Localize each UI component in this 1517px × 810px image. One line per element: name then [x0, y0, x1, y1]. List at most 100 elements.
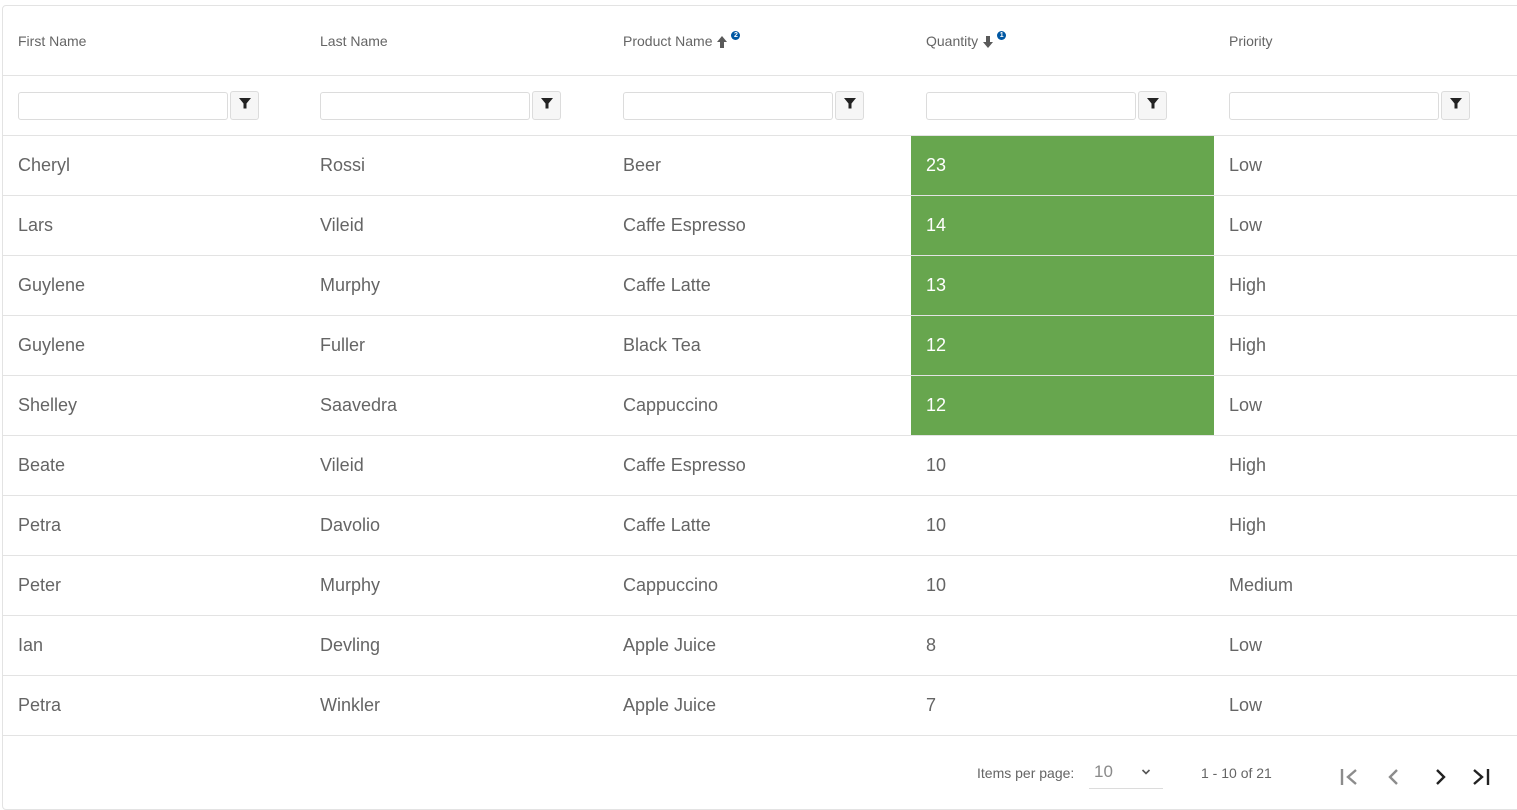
cell-last-name[interactable]: Winkler — [305, 675, 608, 736]
filter-cell-product-name — [608, 75, 911, 136]
page-range-label: 1 - 10 of 21 — [1201, 765, 1272, 781]
cell-first-name[interactable]: Beate — [3, 435, 305, 496]
cell-product-name[interactable]: Cappuccino — [608, 375, 911, 436]
table-row[interactable]: Shelley Saavedra Cappuccino 12 Low — [3, 375, 1517, 436]
cell-product-name-text: Caffe Latte — [623, 515, 711, 535]
table-row[interactable]: Guylene Murphy Caffe Latte 13 High — [3, 255, 1517, 316]
cell-quantity[interactable]: 12 — [911, 315, 1214, 376]
filter-button-product-name[interactable] — [835, 91, 864, 120]
cell-last-name-text: Fuller — [320, 335, 366, 355]
cell-product-name[interactable]: Black Tea — [608, 315, 911, 376]
items-per-page-label: Items per page: — [977, 765, 1075, 781]
cell-quantity-text: 8 — [926, 635, 937, 655]
filter-input-first-name[interactable] — [18, 91, 228, 120]
cell-first-name-text: Lars — [18, 215, 54, 235]
cell-quantity-text: 12 — [926, 335, 947, 355]
last-page-button[interactable] — [1469, 766, 1493, 790]
column-header-first-name[interactable]: First Name — [3, 6, 305, 76]
cell-quantity[interactable]: 23 — [911, 135, 1214, 196]
cell-last-name[interactable]: Rossi — [305, 135, 608, 196]
cell-last-name[interactable]: Vileid — [305, 435, 608, 496]
cell-first-name[interactable]: Shelley — [3, 375, 305, 436]
table-row[interactable]: Petra Winkler Apple Juice 7 Low — [3, 675, 1517, 736]
cell-first-name[interactable]: Cheryl — [3, 135, 305, 196]
filter-input-priority[interactable] — [1229, 91, 1439, 120]
cell-priority[interactable]: High — [1214, 315, 1517, 376]
filter-button-quantity[interactable] — [1138, 91, 1167, 120]
cell-last-name-text: Murphy — [320, 275, 381, 295]
column-header-label: Last Name — [320, 32, 388, 49]
cell-priority[interactable]: Low — [1214, 615, 1517, 676]
table-row[interactable]: Cheryl Rossi Beer 23 Low — [3, 135, 1517, 196]
cell-quantity[interactable]: 10 — [911, 555, 1214, 616]
table-row[interactable]: Beate Vileid Caffe Espresso 10 High — [3, 435, 1517, 496]
cell-product-name[interactable]: Apple Juice — [608, 675, 911, 736]
column-header-last-name[interactable]: Last Name — [305, 6, 608, 76]
cell-last-name[interactable]: Vileid — [305, 195, 608, 256]
cell-last-name[interactable]: Murphy — [305, 255, 608, 316]
filter-button-priority[interactable] — [1441, 91, 1470, 120]
cell-first-name[interactable]: Ian — [3, 615, 305, 676]
cell-first-name[interactable]: Guylene — [3, 255, 305, 316]
cell-product-name[interactable]: Apple Juice — [608, 615, 911, 676]
cell-quantity[interactable]: 13 — [911, 255, 1214, 316]
cell-last-name[interactable]: Devling — [305, 615, 608, 676]
cell-first-name[interactable]: Peter — [3, 555, 305, 616]
filter-cell-priority — [1214, 75, 1517, 136]
cell-priority[interactable]: Low — [1214, 375, 1517, 436]
cell-first-name[interactable]: Lars — [3, 195, 305, 256]
filter-input-quantity[interactable] — [926, 91, 1136, 120]
cell-product-name[interactable]: Caffe Espresso — [608, 435, 911, 496]
cell-quantity[interactable]: 10 — [911, 435, 1214, 496]
cell-first-name[interactable]: Petra — [3, 495, 305, 556]
cell-quantity[interactable]: 8 — [911, 615, 1214, 676]
filter-icon — [238, 96, 252, 115]
cell-priority[interactable]: Medium — [1214, 555, 1517, 616]
next-page-button[interactable] — [1429, 766, 1453, 790]
cell-priority-text: Low — [1229, 395, 1263, 415]
cell-priority-text: Low — [1229, 635, 1263, 655]
cell-last-name[interactable]: Saavedra — [305, 375, 608, 436]
column-header-priority[interactable]: Priority — [1214, 6, 1517, 76]
cell-last-name[interactable]: Murphy — [305, 555, 608, 616]
cell-priority[interactable]: High — [1214, 435, 1517, 496]
cell-quantity-text: 12 — [926, 395, 947, 415]
cell-quantity[interactable]: 14 — [911, 195, 1214, 256]
cell-priority-text: High — [1229, 515, 1267, 535]
cell-product-name[interactable]: Beer — [608, 135, 911, 196]
cell-last-name[interactable]: Fuller — [305, 315, 608, 376]
table-row[interactable]: Peter Murphy Cappuccino 10 Medium — [3, 555, 1517, 616]
column-header-product-name[interactable]: Product Name 2 — [608, 6, 911, 76]
filter-button-last-name[interactable] — [532, 91, 561, 120]
cell-priority[interactable]: Low — [1214, 195, 1517, 256]
cell-product-name[interactable]: Caffe Latte — [608, 255, 911, 316]
cell-priority[interactable]: Low — [1214, 675, 1517, 736]
cell-quantity[interactable]: 12 — [911, 375, 1214, 436]
cell-priority[interactable]: High — [1214, 255, 1517, 316]
cell-product-name[interactable]: Caffe Latte — [608, 495, 911, 556]
cell-priority[interactable]: Low — [1214, 135, 1517, 196]
cell-first-name-text: Beate — [18, 455, 66, 475]
filter-input-product-name[interactable] — [623, 91, 833, 120]
table-row[interactable]: Lars Vileid Caffe Espresso 14 Low — [3, 195, 1517, 256]
column-header-quantity[interactable]: Quantity 1 — [911, 6, 1214, 76]
cell-quantity[interactable]: 10 — [911, 495, 1214, 556]
table-row[interactable]: Petra Davolio Caffe Latte 10 High — [3, 495, 1517, 556]
cell-last-name[interactable]: Davolio — [305, 495, 608, 556]
filter-icon — [843, 96, 857, 115]
cell-product-name[interactable]: Cappuccino — [608, 555, 911, 616]
cell-first-name-text: Petra — [18, 515, 62, 535]
filter-button-first-name[interactable] — [230, 91, 259, 120]
cell-first-name[interactable]: Petra — [3, 675, 305, 736]
table-row[interactable]: Ian Devling Apple Juice 8 Low — [3, 615, 1517, 676]
cell-first-name[interactable]: Guylene — [3, 315, 305, 376]
items-per-page-select[interactable]: 10 — [1089, 755, 1163, 789]
first-page-button[interactable] — [1338, 766, 1362, 790]
table-row[interactable]: Guylene Fuller Black Tea 12 High — [3, 315, 1517, 376]
cell-last-name-text: Vileid — [320, 455, 364, 475]
filter-input-last-name[interactable] — [320, 91, 530, 120]
cell-quantity[interactable]: 7 — [911, 675, 1214, 736]
cell-priority[interactable]: High — [1214, 495, 1517, 556]
cell-product-name[interactable]: Caffe Espresso — [608, 195, 911, 256]
prev-page-button[interactable] — [1381, 766, 1405, 790]
